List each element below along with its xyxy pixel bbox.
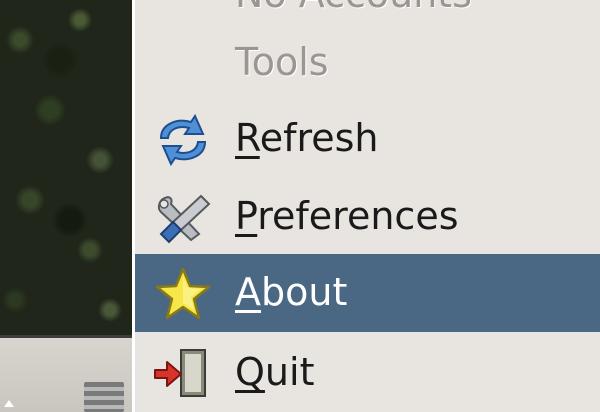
menu-item-label: Tools	[235, 40, 329, 84]
refresh-icon	[151, 112, 215, 168]
label-rest: bout	[261, 270, 348, 314]
label-rest: references	[257, 194, 459, 238]
menu-item-label: Refresh	[235, 108, 379, 168]
menu-item-label: Preferences	[235, 186, 459, 246]
tools-icon	[151, 190, 215, 246]
label-rest: efresh	[259, 116, 379, 160]
star-icon	[151, 266, 215, 322]
screen: No Accounts Tools Refresh	[0, 0, 600, 412]
mnemonic-letter: Q	[235, 350, 265, 394]
mnemonic-letter: A	[235, 270, 261, 314]
menu-item-about[interactable]: About	[135, 254, 600, 332]
taskbar	[0, 335, 136, 412]
label-rest: uit	[264, 350, 315, 394]
menu-item-preferences[interactable]: Preferences	[135, 178, 600, 256]
menu-item-refresh[interactable]: Refresh	[135, 100, 600, 178]
desktop-background	[0, 0, 136, 335]
mnemonic-letter: R	[235, 116, 260, 160]
menu-item-label: Quit	[235, 342, 314, 402]
menu-item-quit[interactable]: Quit	[135, 334, 600, 412]
menu-item-tools: Tools	[135, 24, 600, 102]
tray-expand-arrow-icon[interactable]	[4, 400, 14, 407]
context-menu: No Accounts Tools Refresh	[132, 0, 600, 412]
menu-item-label: No Accounts	[235, 0, 472, 24]
tray-applet-icon[interactable]	[84, 382, 124, 412]
menu-item-label: About	[235, 262, 347, 322]
mnemonic-letter: P	[235, 194, 258, 238]
exit-door-icon	[151, 346, 215, 402]
